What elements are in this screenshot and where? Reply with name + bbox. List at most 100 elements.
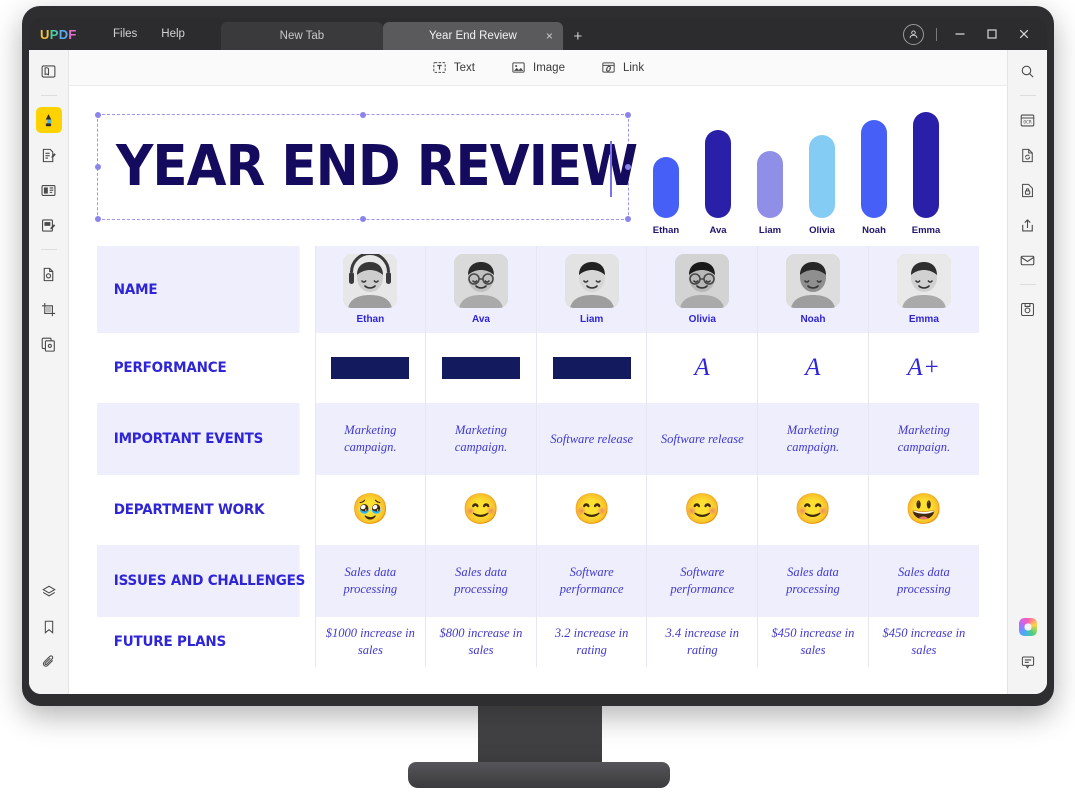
cell-department-work-olivia: 😊 [646,475,759,545]
cell-performance-olivia: A [646,333,759,403]
right-rail-divider-2 [1019,284,1036,285]
insert-image-button[interactable]: Image [511,60,565,75]
share-icon[interactable] [1015,212,1041,238]
annotate-icon[interactable] [36,212,62,238]
updf-application-window: UPDF Files Help New Tab Year End Review … [29,18,1047,694]
ai-gradient-glyph [1019,618,1037,636]
cell-name-noah: Noah [757,246,869,333]
chart-bar-emma [909,110,943,218]
performance-bar-chart: Ethan Ava Liam Olivia Noah Emma [641,108,951,236]
resize-handle-bc[interactable] [360,216,366,222]
bar-rect [861,119,887,218]
handwritten-note: Sales data processing [897,565,951,596]
search-icon[interactable] [1015,58,1041,84]
table-row: IMPORTANT EVENTS Marketing campaign. Marke… [97,403,979,475]
person-name: Emma [908,314,939,325]
crop-page-icon[interactable] [36,296,62,322]
organize-pages-icon[interactable] [36,331,62,357]
handwritten-note: 3.4 increase in rating [665,626,740,657]
cell-issues-and-challenges-liam: Software performance [536,545,648,617]
insert-text-button[interactable]: Text [432,60,475,75]
ai-assistant-icon[interactable] [1015,614,1041,640]
edit-pdf-icon[interactable] [35,107,62,133]
handwritten-note: 3.2 increase in rating [554,626,629,657]
cell-future-plans-ethan: $1000 increase in sales [315,617,427,667]
cell-issues-and-challenges-ethan: Sales data processing [315,545,427,617]
resize-handle-tc[interactable] [360,112,366,118]
bookmark-icon[interactable] [36,614,62,640]
email-icon[interactable] [1015,247,1041,273]
maximize-button[interactable] [977,19,1007,49]
cell-important-events-noah: Marketing campaign. [757,403,869,475]
account-button[interactable] [898,19,928,49]
resize-handle-bl[interactable] [95,216,101,222]
emoji-rating: 😊 [794,493,832,526]
chart-label-noah: Noah [862,225,886,236]
title-textbox-selection[interactable]: YEAR END REVIEW [95,112,638,222]
convert-icon[interactable] [1015,142,1041,168]
handwritten-note: $1000 increase in sales [325,626,415,657]
avatar [675,254,730,308]
handwritten-note: Software performance [559,565,624,596]
row-label-department-work: DEPARTMENT WORK [97,475,301,545]
person-name: Olivia [688,314,716,325]
table-row: PERFORMANCE A A A+ [97,333,979,403]
resize-handle-mr[interactable] [625,164,631,170]
document-header: YEAR END REVIEW Ethan Ava Liam Olivia No… [95,108,979,240]
handwritten-note: Sales data processing [454,565,508,596]
resize-handle-tl[interactable] [95,112,101,118]
resize-handle-br[interactable] [625,216,631,222]
handwritten-note: Sales data processing [786,565,840,596]
insert-link-button[interactable]: Link [601,60,644,75]
cell-future-plans-emma: $450 increase in sales [868,617,979,667]
window-controls [898,18,1039,50]
handwritten-note: $450 increase in sales [882,626,966,657]
cell-future-plans-noah: $450 increase in sales [757,617,869,667]
chart-label-emma: Emma [911,225,941,236]
avatar [785,254,840,308]
logo-letter-d: D [58,26,69,42]
ocr-document-icon[interactable] [36,261,62,287]
close-icon[interactable]: × [546,30,553,42]
person-name: Ethan [356,314,385,325]
comment-icon[interactable] [1015,649,1041,675]
handwritten-note: Sales data processing [343,565,398,596]
attachment-icon[interactable] [36,649,62,675]
right-toolbar-bottom [1008,614,1047,684]
cell-issues-and-challenges-olivia: Software performance [646,545,759,617]
bar-rect [653,157,679,218]
cell-department-work-ava: 😊 [425,475,537,545]
redacted-bar [552,357,631,379]
minimize-button[interactable] [945,19,975,49]
menu-files[interactable]: Files [101,18,149,50]
close-button[interactable] [1009,19,1039,49]
svg-text:OCR: OCR [1023,119,1032,125]
menu-help[interactable]: Help [149,18,197,50]
save-icon[interactable] [1015,296,1041,322]
edit-text-icon[interactable] [36,142,62,168]
layers-icon[interactable] [36,579,62,605]
ocr-icon[interactable]: OCR [1015,107,1041,133]
page-layout-icon[interactable] [36,177,62,203]
bar-rect [809,134,835,218]
cell-important-events-olivia: Software release [646,403,759,475]
left-toolbar [29,50,69,694]
tab-year-end-review[interactable]: Year End Review × [382,22,563,50]
review-table: NAME Ethan Ava Liam Olivia Noah Emma PERFORMANC… [97,246,979,667]
tab-new-tab[interactable]: New Tab [220,22,383,50]
add-tab-button[interactable]: + [563,22,593,50]
cell-future-plans-olivia: 3.4 increase in rating [646,617,759,667]
resize-handle-tr[interactable] [625,112,631,118]
cell-performance-noah: A [757,333,869,403]
emoji-rating: 😃 [905,493,943,526]
table-row: ISSUES AND CHALLENGES Sales data processi… [97,545,979,617]
resize-handle-ml[interactable] [95,164,101,170]
table-row: NAME Ethan Ava Liam Olivia Noah Emma [97,246,979,333]
document-canvas[interactable]: YEAR END REVIEW Ethan Ava Liam Olivia No… [69,86,1007,694]
left-toolbar-bottom [29,579,69,684]
protect-icon[interactable] [1015,177,1041,203]
cell-name-emma: Emma [868,246,979,333]
handwritten-note: Marketing campaign. [344,423,397,454]
reader-view-icon[interactable] [36,58,62,84]
cell-issues-and-challenges-ava: Sales data processing [425,545,537,617]
